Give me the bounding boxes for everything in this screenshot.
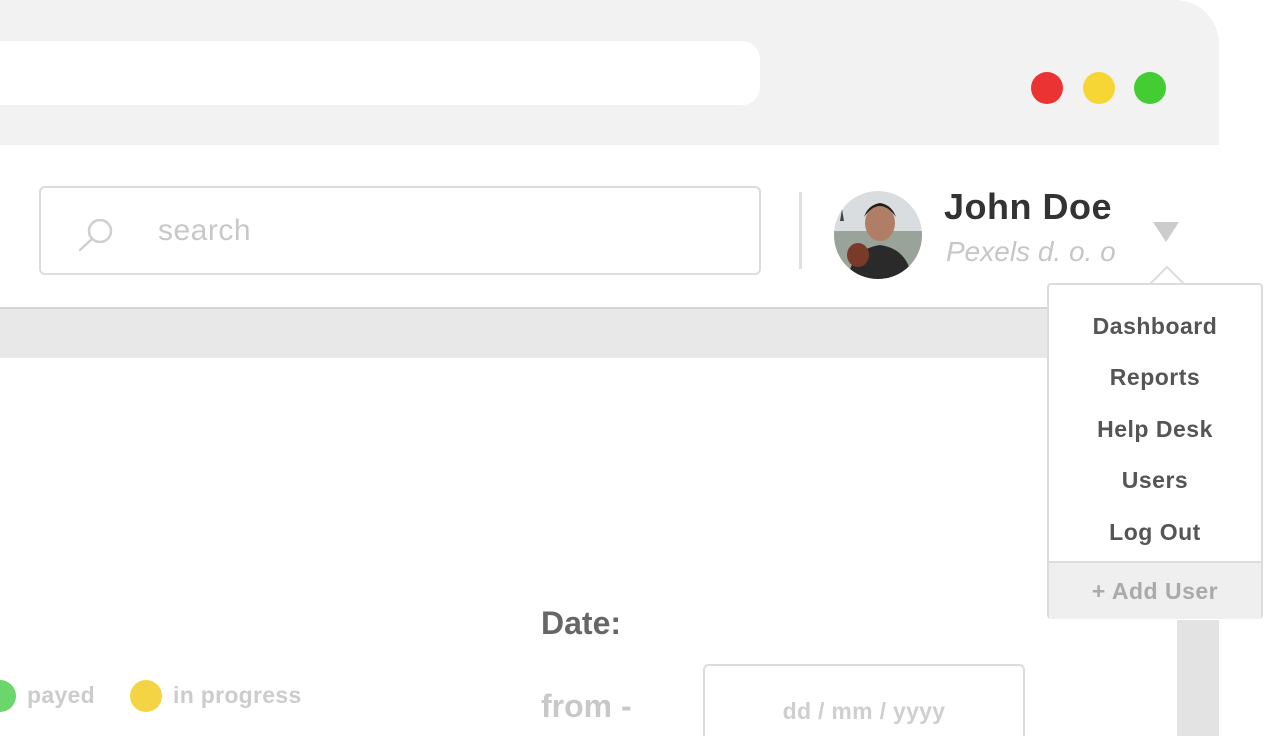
search-box[interactable]: search bbox=[39, 186, 761, 275]
menu-item-log-out[interactable]: Log Out bbox=[1049, 519, 1261, 546]
legend-payed-label: payed bbox=[27, 682, 95, 708]
user-company: Pexels d. o. o bbox=[946, 236, 1116, 267]
date-from-input[interactable]: dd / mm / yyyy bbox=[703, 664, 1025, 736]
avatar[interactable] bbox=[834, 191, 922, 279]
window-close-button[interactable] bbox=[1031, 72, 1063, 104]
window-minimize-button[interactable] bbox=[1083, 72, 1115, 104]
chevron-down-icon[interactable] bbox=[1150, 220, 1182, 244]
user-name[interactable]: John Doe bbox=[944, 186, 1112, 228]
window-maximize-button[interactable] bbox=[1134, 72, 1166, 104]
screen: search John Doe Pexels d. o. o Dashboard… bbox=[0, 0, 1280, 736]
search-icon bbox=[78, 218, 113, 252]
date-from-placeholder: dd / mm / yyyy bbox=[782, 698, 946, 724]
search-placeholder[interactable]: search bbox=[158, 214, 251, 248]
menu-item-users[interactable]: Users bbox=[1049, 467, 1261, 494]
date-from-label: from - bbox=[541, 688, 632, 724]
legend-in-progress-label: in progress bbox=[173, 682, 302, 708]
add-user-button[interactable]: + Add User bbox=[1049, 561, 1261, 619]
user-dropdown-menu: Dashboard Reports Help Desk Users Log Ou… bbox=[1047, 283, 1263, 619]
legend-in-progress-dot bbox=[130, 680, 162, 712]
address-bar[interactable] bbox=[0, 41, 760, 105]
menu-item-dashboard[interactable]: Dashboard bbox=[1049, 313, 1261, 340]
header-divider bbox=[799, 192, 802, 269]
legend-payed-dot bbox=[0, 680, 16, 712]
add-user-label: + Add User bbox=[1091, 578, 1219, 604]
avatar-photo-icon bbox=[834, 191, 922, 279]
menu-item-help-desk[interactable]: Help Desk bbox=[1049, 416, 1261, 443]
menu-item-reports[interactable]: Reports bbox=[1049, 364, 1261, 391]
window-side-rail bbox=[1177, 620, 1219, 736]
date-title: Date: bbox=[541, 605, 622, 641]
toolbar-band bbox=[0, 307, 1220, 358]
